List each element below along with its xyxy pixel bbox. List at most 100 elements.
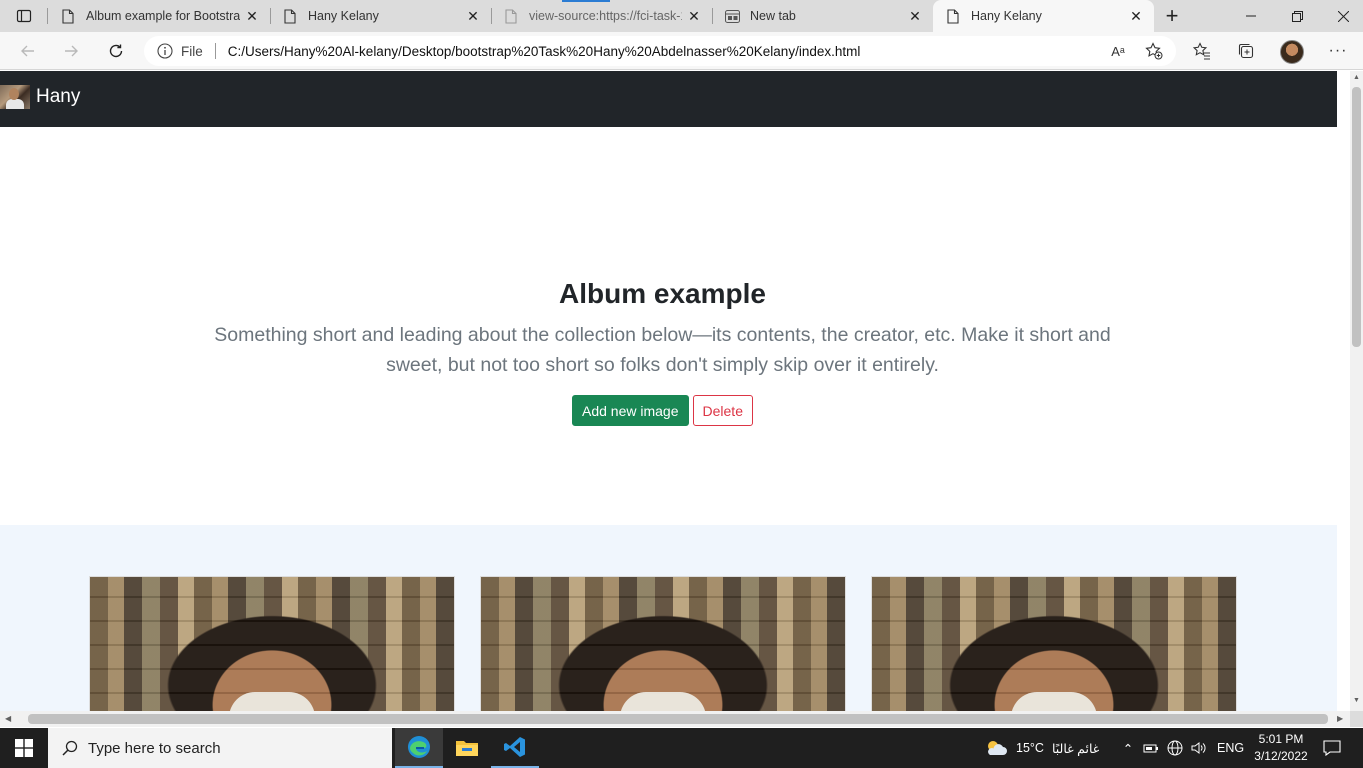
tab-view-source[interactable]: view-source:https://fci-task-1 ✕	[491, 0, 712, 32]
volume-icon[interactable]	[1191, 741, 1207, 755]
vertical-scroll-thumb[interactable]	[1352, 87, 1361, 347]
scheme-label: File	[181, 43, 203, 59]
delete-button[interactable]: Delete	[692, 395, 753, 426]
tab-new-tab[interactable]: New tab ✕	[712, 0, 933, 32]
edge-icon	[408, 736, 430, 758]
info-icon[interactable]	[157, 43, 173, 59]
tab-actions-icon	[16, 9, 32, 23]
arrow-right-icon	[65, 45, 78, 57]
refresh-icon	[109, 44, 123, 58]
taskbar-file-explorer[interactable]	[443, 728, 491, 768]
close-icon[interactable]: ✕	[1124, 4, 1148, 28]
notification-button[interactable]	[1320, 736, 1344, 760]
tab-loading-indicator	[562, 0, 610, 2]
tab-title: Hany Kelany	[971, 9, 1042, 23]
tab-title: Album example for Bootstrap	[86, 9, 240, 23]
horizontal-scroll-thumb[interactable]	[28, 714, 1328, 724]
page-viewport: Hany Album example Something short and l…	[0, 71, 1350, 711]
tab-actions-button[interactable]	[8, 4, 40, 28]
close-window-button[interactable]	[1320, 0, 1363, 32]
page-icon	[282, 8, 298, 24]
windows-logo-icon	[15, 739, 33, 757]
album-card-image[interactable]	[871, 576, 1237, 711]
close-icon[interactable]: ✕	[903, 4, 927, 28]
refresh-button[interactable]	[102, 37, 130, 65]
close-icon	[1337, 10, 1349, 22]
tab-hany-kelany[interactable]: Hany Kelany ✕	[270, 0, 491, 32]
album-card-image[interactable]	[480, 576, 846, 711]
clock-date: 3/12/2022	[1254, 749, 1308, 763]
taskbar-vscode[interactable]	[491, 728, 539, 768]
address-divider	[214, 43, 216, 59]
tab-hany-kelany-active[interactable]: Hany Kelany ✕	[933, 0, 1154, 32]
brand-name: Hany	[36, 86, 81, 107]
taskbar-edge[interactable]	[395, 728, 443, 768]
url-text[interactable]: C:/Users/Hany%20Al-kelany/Desktop/bootst…	[228, 44, 861, 59]
windows-taskbar: Type here to search 15°C غائم غالبًا ⌃ E…	[0, 728, 1363, 768]
arrow-left-icon	[21, 45, 34, 57]
tab-title: view-source:https://fci-task-1	[529, 9, 682, 23]
add-favorite-button[interactable]	[1142, 39, 1166, 63]
scroll-down-arrow-icon[interactable]: ▼	[1352, 697, 1361, 707]
restore-button[interactable]	[1274, 0, 1320, 32]
hero-buttons: Add new image Delete	[0, 395, 1325, 426]
close-icon[interactable]: ✕	[461, 4, 485, 28]
tab-title: New tab	[750, 9, 796, 23]
close-icon[interactable]: ✕	[240, 4, 264, 28]
tab-strip: Album example for Bootstrap ✕ Hany Kelan…	[0, 0, 1363, 32]
hero-section: Album example Something short and leadin…	[0, 127, 1337, 525]
new-tab-button[interactable]: +	[1160, 3, 1184, 28]
album-section	[0, 525, 1337, 711]
collections-icon	[1238, 43, 1254, 59]
start-button[interactable]	[0, 728, 48, 768]
scroll-right-arrow-icon[interactable]: ▶	[1337, 714, 1343, 723]
star-add-icon	[1145, 42, 1163, 60]
close-icon[interactable]: ✕	[682, 4, 706, 28]
address-bar[interactable]: File C:/Users/Hany%20Al-kelany/Desktop/b…	[144, 36, 1176, 66]
search-icon	[62, 740, 78, 756]
favorites-button[interactable]	[1190, 39, 1214, 63]
album-card-image[interactable]	[89, 576, 455, 711]
favorites-icon	[1193, 42, 1210, 60]
scroll-left-arrow-icon[interactable]: ◀	[5, 714, 11, 723]
scroll-up-arrow-icon[interactable]: ▲	[1352, 74, 1361, 84]
settings-more-button[interactable]: ···	[1326, 39, 1350, 63]
read-aloud-button[interactable]: Aᵃ	[1106, 39, 1130, 63]
back-button[interactable]	[14, 37, 42, 65]
vertical-scrollbar[interactable]: ▲ ▼	[1350, 71, 1363, 711]
more-icon: ···	[1328, 42, 1348, 59]
clock-time: 5:01 PM	[1258, 732, 1304, 746]
search-placeholder: Type here to search	[88, 739, 221, 757]
site-navbar: Hany	[0, 71, 1337, 127]
weather-temp: 15°C	[1016, 741, 1044, 755]
collections-button[interactable]	[1234, 39, 1258, 63]
weather-widget[interactable]: 15°C غائم غالبًا	[985, 728, 1099, 768]
read-aloud-icon: Aᵃ	[1111, 43, 1125, 59]
minimize-button[interactable]	[1228, 0, 1274, 32]
page-title: Album example	[559, 278, 766, 309]
browser-toolbar: File C:/Users/Hany%20Al-kelany/Desktop/b…	[0, 32, 1363, 70]
forward-button[interactable]	[57, 37, 85, 65]
profile-avatar[interactable]	[1280, 40, 1304, 64]
chevron-up-icon[interactable]: ⌃	[1121, 741, 1135, 756]
plus-icon: +	[1165, 3, 1179, 28]
brand-avatar	[0, 85, 30, 109]
tray-icons: ⌃ ENG	[1121, 728, 1244, 768]
language-indicator[interactable]: ENG	[1217, 741, 1244, 755]
add-new-image-button[interactable]: Add new image	[572, 395, 689, 426]
page-icon	[945, 8, 961, 24]
horizontal-scrollbar[interactable]: ◀ ▶	[0, 711, 1350, 727]
navbar-brand[interactable]: Hany	[0, 85, 80, 109]
newtab-icon	[724, 8, 740, 24]
folder-icon	[456, 741, 478, 756]
tab-album-example[interactable]: Album example for Bootstrap ✕	[48, 0, 270, 32]
tab-title: Hany Kelany	[308, 9, 379, 23]
taskbar-clock[interactable]: 5:01 PM 3/12/2022	[1250, 731, 1312, 765]
notification-icon	[1323, 740, 1341, 756]
minimize-icon	[1246, 15, 1256, 17]
battery-icon[interactable]	[1143, 742, 1159, 754]
network-globe-icon[interactable]	[1167, 740, 1183, 756]
cloud-sun-icon	[988, 741, 1007, 755]
taskbar-search[interactable]: Type here to search	[48, 728, 392, 768]
restore-icon	[1291, 10, 1303, 22]
